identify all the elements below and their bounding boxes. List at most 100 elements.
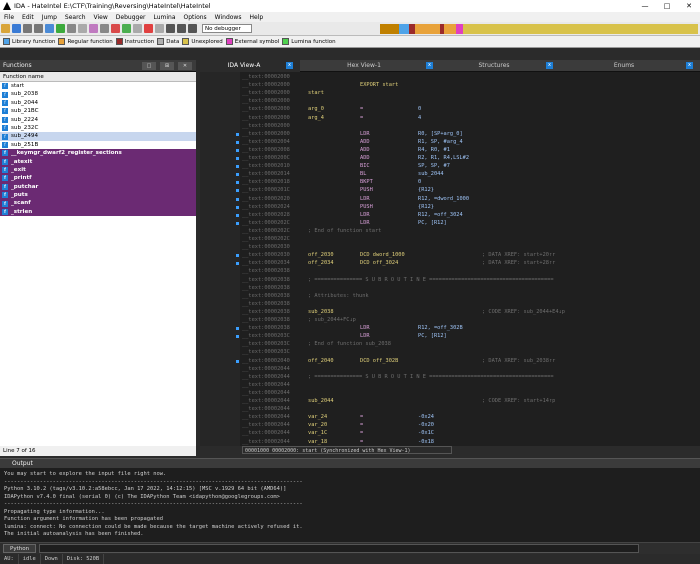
- undefine-icon[interactable]: [100, 24, 109, 33]
- function-item[interactable]: f __keymgr_dwarf2_register_sections: [0, 149, 196, 158]
- code-icon[interactable]: [56, 24, 65, 33]
- save-icon[interactable]: [12, 24, 21, 33]
- disasm-line[interactable]: __text:00002038 sub_2038 ; CODE XREF: sub_…: [242, 309, 698, 317]
- output-window[interactable]: You may start to explore the input file …: [0, 468, 700, 542]
- function-item[interactable]: f _printf: [0, 174, 196, 183]
- disasm-line[interactable]: __text:00002044 ; =============== S U B R…: [242, 374, 698, 382]
- disasm-line[interactable]: __text:00002044: [242, 382, 698, 390]
- minimize-button[interactable]: —: [634, 2, 656, 10]
- tab-close-icon[interactable]: x: [286, 61, 293, 69]
- breakpoint-marker-icon[interactable]: [236, 205, 239, 209]
- function-item[interactable]: f _puts: [0, 191, 196, 200]
- disasm-line[interactable]: __text:00002004 ADD R1, SP, #arg_4: [242, 139, 698, 147]
- disasm-line[interactable]: __text:00002038 ; =============== S U B R…: [242, 277, 698, 285]
- array-icon[interactable]: [89, 24, 98, 33]
- disasm-line[interactable]: __text:00002000 arg_0 = 0: [242, 106, 698, 114]
- tab-structures[interactable]: Structures x: [440, 60, 560, 72]
- disasm-line[interactable]: __text:00002044: [242, 390, 698, 398]
- disasm-line[interactable]: __text:00002000: [242, 123, 698, 131]
- menu-help[interactable]: Help: [245, 14, 267, 21]
- run-icon[interactable]: [166, 24, 175, 33]
- disasm-line[interactable]: __text:00002044 var_20 = -0x20: [242, 422, 698, 430]
- function-item[interactable]: f sub_2038: [0, 90, 196, 98]
- breakpoint-marker-icon[interactable]: [236, 359, 239, 363]
- function-name-column-header[interactable]: Function name: [0, 72, 196, 82]
- refresh-icon[interactable]: [155, 24, 164, 33]
- breakpoint-marker-icon[interactable]: [236, 262, 239, 266]
- close-button[interactable]: ✕: [678, 2, 700, 10]
- disasm-line[interactable]: __text:00002044 var_18 = -0x18: [242, 439, 698, 447]
- menu-lumina[interactable]: Lumina: [149, 14, 179, 21]
- pause-icon[interactable]: [177, 24, 186, 33]
- menu-options[interactable]: Options: [180, 14, 211, 21]
- breakpoint-marker-icon[interactable]: [236, 181, 239, 185]
- breakpoint-marker-icon[interactable]: [236, 140, 239, 144]
- disasm-line[interactable]: __text:00002044: [242, 366, 698, 374]
- graph-icon[interactable]: [122, 24, 131, 33]
- disasm-line[interactable]: __text:00002040 off_2040 DCD off_302B ; DAT…: [242, 358, 698, 366]
- tab-close-icon[interactable]: x: [686, 61, 693, 69]
- breakpoint-marker-icon[interactable]: [236, 335, 239, 339]
- breakpoint-marker-icon[interactable]: [236, 213, 239, 217]
- disasm-line[interactable]: __text:00002018 BKPT 0: [242, 179, 698, 187]
- function-item[interactable]: f _putchar: [0, 182, 196, 192]
- breakpoint-marker-icon[interactable]: [236, 221, 239, 225]
- forward-arrow-icon[interactable]: [34, 24, 43, 33]
- data-icon[interactable]: [67, 24, 76, 33]
- disasm-line[interactable]: __text:0000202C ; End of function start: [242, 228, 698, 236]
- function-item[interactable]: f sub_2224: [0, 116, 196, 124]
- menu-windows[interactable]: Windows: [211, 14, 246, 21]
- navigation-band[interactable]: [380, 24, 698, 34]
- disasm-line[interactable]: __text:0000203C ; End of function sub_203…: [242, 341, 698, 349]
- breakpoint-marker-icon[interactable]: [236, 173, 239, 177]
- back-arrow-icon[interactable]: [23, 24, 32, 33]
- tab-ida-view-a[interactable]: IDA View-A x: [200, 59, 300, 72]
- disasm-line[interactable]: __text:00002000 EXPORT start: [242, 82, 698, 90]
- disasm-line[interactable]: __text:00002010 BIC SP, SP, #7: [242, 163, 698, 171]
- debugger-select[interactable]: No debugger: [202, 24, 252, 33]
- float-icon[interactable]: ⊞: [160, 61, 174, 70]
- disasm-line[interactable]: __text:00002038 ; sub_2044+FC↓p: [242, 317, 698, 325]
- jump-icon[interactable]: [45, 24, 54, 33]
- command-input[interactable]: [39, 544, 640, 553]
- tab-close-icon[interactable]: x: [546, 61, 553, 69]
- disassembly-view[interactable]: __text:00002000 __text:00002000 EXPORT sta…: [200, 72, 700, 446]
- breakpoint-marker-icon[interactable]: [236, 132, 239, 136]
- python-button[interactable]: Python: [3, 544, 37, 553]
- breakpoint-marker-icon[interactable]: [236, 197, 239, 201]
- function-item[interactable]: f sub_2494: [0, 132, 196, 141]
- function-icon[interactable]: [111, 24, 120, 33]
- disasm-line[interactable]: __text:0000200C ADD R2, R1, R4,LSL#2: [242, 155, 698, 163]
- function-item[interactable]: f sub_21BC: [0, 107, 196, 115]
- disasm-line[interactable]: __text:00002038 ; Attributes: thunk: [242, 293, 698, 301]
- disasm-line[interactable]: __text:00002038: [242, 301, 698, 309]
- tab-close-icon[interactable]: x: [426, 61, 433, 69]
- disasm-line[interactable]: __text:00002030: [242, 244, 698, 252]
- tab-enums[interactable]: Enums x: [560, 60, 700, 72]
- disasm-line[interactable]: __text:00002038: [242, 268, 698, 276]
- stop-icon[interactable]: [144, 24, 153, 33]
- disasm-line[interactable]: __text:00002000 start: [242, 90, 698, 98]
- function-item[interactable]: f _exit: [0, 165, 196, 175]
- disasm-line[interactable]: __text:00002038: [242, 285, 698, 293]
- menu-debugger[interactable]: Debugger: [112, 14, 150, 21]
- menu-jump[interactable]: Jump: [38, 14, 61, 21]
- menu-search[interactable]: Search: [61, 14, 90, 21]
- function-item[interactable]: f _scanf: [0, 199, 196, 208]
- disasm-line[interactable]: __text:00002000 arg_4 = 4: [242, 115, 698, 123]
- disasm-line[interactable]: __text:0000202C LDR PC, [R12]: [242, 220, 698, 228]
- disasm-line[interactable]: __text:00002038 LDR R12, =off_302B: [242, 325, 698, 333]
- breakpoint-marker-icon[interactable]: [236, 148, 239, 152]
- menu-file[interactable]: File: [0, 14, 18, 21]
- text-view-icon[interactable]: [133, 24, 142, 33]
- disasm-line[interactable]: __text:00002008 ADD R4, R0, #1: [242, 147, 698, 155]
- disasm-line[interactable]: __text:00002000: [242, 74, 698, 82]
- close-icon[interactable]: ✕: [178, 61, 192, 70]
- disasm-line[interactable]: __text:00002030 off_2030 DCD dword_1000 ; D…: [242, 252, 698, 260]
- string-icon[interactable]: [78, 24, 87, 33]
- function-item[interactable]: f _atexit: [0, 157, 196, 166]
- disasm-line[interactable]: __text:00002000: [242, 98, 698, 106]
- function-item[interactable]: f sub_2044: [0, 99, 196, 107]
- disasm-line[interactable]: __text:00002034 off_2034 DCD off_3024 ; DAT…: [242, 260, 698, 268]
- menu-edit[interactable]: Edit: [18, 14, 38, 21]
